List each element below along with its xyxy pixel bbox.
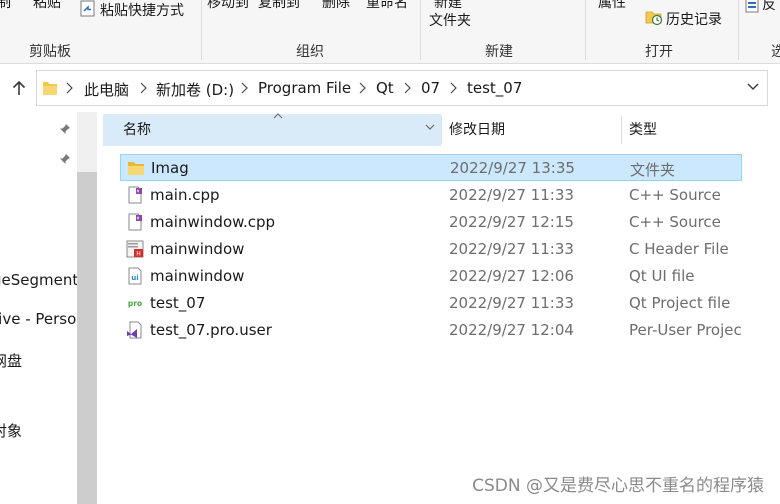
breadcrumb-07[interactable]: 07 — [421, 79, 440, 97]
move-to-button[interactable]: 移动到 — [207, 0, 249, 12]
arrow-up-icon — [12, 80, 26, 95]
file-date: 2022/9/27 11:33 — [449, 186, 574, 204]
svg-text:H: H — [136, 251, 141, 258]
svg-text:ui: ui — [131, 274, 138, 282]
file-date: 2022/9/27 11:33 — [449, 294, 574, 312]
column-header-name[interactable]: 名称 — [123, 114, 151, 146]
group-label-new: 新建 — [485, 44, 513, 60]
breadcrumb-test-07[interactable]: test_07 — [467, 79, 522, 97]
file-type: C++ Source — [629, 213, 721, 231]
ui-file-icon: ui — [128, 267, 142, 285]
invert-selection-icon — [745, 0, 759, 13]
file-type: Qt UI file — [629, 267, 695, 285]
group-label-open: 打开 — [645, 44, 673, 60]
chevron-down-icon[interactable] — [425, 124, 435, 131]
chevron-down-icon[interactable] — [747, 83, 759, 91]
pin-icon[interactable] — [59, 123, 71, 135]
paste-shortcut-button[interactable]: 粘贴快捷方式 — [100, 0, 184, 20]
breadcrumb-drive-d[interactable]: 新加卷 (D:) — [156, 79, 234, 100]
chevron-right-icon — [66, 82, 73, 94]
file-date: 2022/9/27 12:06 — [449, 267, 574, 285]
file-row[interactable]: mainwindow.cpp 2022/9/27 12:15 C++ Sourc… — [120, 209, 742, 236]
rename-button[interactable]: 重命名 — [366, 0, 408, 12]
pin-icon[interactable] — [59, 153, 71, 165]
chevron-right-icon — [241, 82, 248, 94]
column-header-type[interactable]: 类型 — [629, 114, 657, 146]
group-label-clipboard: 剪贴板 — [29, 44, 71, 60]
file-type: Per-User Project — [629, 321, 742, 339]
file-type: C++ Source — [629, 186, 721, 204]
breadcrumb-qt[interactable]: Qt — [376, 79, 394, 97]
pro-file-icon: pro — [128, 299, 142, 308]
folder-icon — [128, 162, 144, 175]
new-folder-label: 文件夹 — [429, 13, 471, 29]
file-row[interactable]: Imag 2022/9/27 13:35 文件夹 — [120, 154, 742, 181]
invert-selection-button[interactable]: 反 — [762, 0, 776, 14]
file-name: mainwindow — [150, 267, 245, 285]
copy-button[interactable]: 制 — [0, 0, 11, 12]
file-row[interactable]: H mainwindow 2022/9/27 11:33 C Header Fi… — [120, 236, 742, 263]
history-button[interactable]: 历史记录 — [666, 9, 722, 29]
chevron-right-icon — [450, 82, 457, 94]
file-type: Qt Project file — [629, 294, 731, 312]
file-row[interactable]: pro test_07 2022/9/27 11:33 Qt Project f… — [120, 290, 742, 317]
copy-to-button[interactable]: 复制到 — [258, 0, 300, 12]
file-name: mainwindow.cpp — [150, 213, 276, 231]
paste-shortcut-icon — [80, 0, 95, 17]
ribbon: 制 粘贴 粘贴快捷方式 剪贴板 移动到 复制到 删除 重命名 组织 新建 文件夹… — [0, 0, 780, 64]
chevron-right-icon — [404, 82, 411, 94]
cpp-file-icon — [128, 213, 142, 231]
file-name: test_07.pro.user — [150, 321, 272, 339]
cpp-file-icon — [128, 186, 142, 204]
file-name: Imag — [151, 159, 189, 177]
file-type: C Header File — [629, 240, 729, 258]
sort-ascending-icon — [273, 113, 283, 119]
chevron-right-icon — [140, 82, 147, 94]
file-date: 2022/9/27 12:15 — [449, 213, 574, 231]
file-row[interactable]: test_07.pro.user 2022/9/27 12:04 Per-Use… — [120, 317, 742, 344]
header-file-icon: H — [126, 240, 144, 258]
group-label-organize: 组织 — [296, 44, 324, 60]
watermark: CSDN @又是费尽心思不重名的程序猿 — [472, 476, 764, 496]
file-name: test_07 — [150, 294, 206, 312]
file-date: 2022/9/27 11:33 — [449, 240, 574, 258]
file-type: 文件夹 — [630, 161, 676, 179]
file-list: 名称 修改日期 类型 Imag 2022/9/27 13:35 文件夹 main… — [97, 112, 780, 504]
nav-item-objects[interactable]: 对象 — [0, 420, 22, 441]
nav-item-onedrive[interactable]: rive - Perso — [0, 310, 76, 328]
breadcrumb-program-file[interactable]: Program File — [258, 79, 351, 97]
column-header-name-highlight — [103, 114, 441, 146]
file-date: 2022/9/27 12:04 — [449, 321, 574, 339]
file-row[interactable]: main.cpp 2022/9/27 11:33 C++ Source — [120, 182, 742, 209]
delete-button[interactable]: 删除 — [322, 0, 350, 12]
address-row: 此电脑 新加卷 (D:) Program File Qt 07 test_07 — [0, 64, 780, 112]
file-date: 2022/9/27 13:35 — [450, 159, 575, 177]
address-bar[interactable]: 此电脑 新加卷 (D:) Program File Qt 07 test_07 — [36, 70, 768, 106]
nav-item-netdisk[interactable]: 网盘 — [0, 350, 22, 371]
paste-button[interactable]: 粘贴 — [33, 0, 61, 12]
chevron-right-icon — [359, 82, 366, 94]
folder-icon — [43, 82, 57, 95]
nav-item-segment[interactable]: geSegment — [0, 271, 78, 289]
user-file-icon — [127, 321, 142, 339]
column-header-date[interactable]: 修改日期 — [449, 114, 505, 146]
up-button[interactable] — [8, 76, 30, 100]
file-name: main.cpp — [150, 186, 220, 204]
history-icon — [645, 11, 663, 26]
navigation-pane: geSegment rive - Perso 网盘 i 对象 — [0, 112, 97, 504]
group-label-select: 选 — [771, 41, 780, 61]
nav-scrollbar-thumb[interactable] — [77, 172, 97, 504]
breadcrumb-this-pc[interactable]: 此电脑 — [84, 79, 129, 100]
file-row[interactable]: ui mainwindow 2022/9/27 12:06 Qt UI file — [120, 263, 742, 290]
properties-button[interactable]: 属性 — [598, 0, 626, 12]
file-name: mainwindow — [150, 240, 245, 258]
svg-text:pro: pro — [128, 299, 142, 308]
